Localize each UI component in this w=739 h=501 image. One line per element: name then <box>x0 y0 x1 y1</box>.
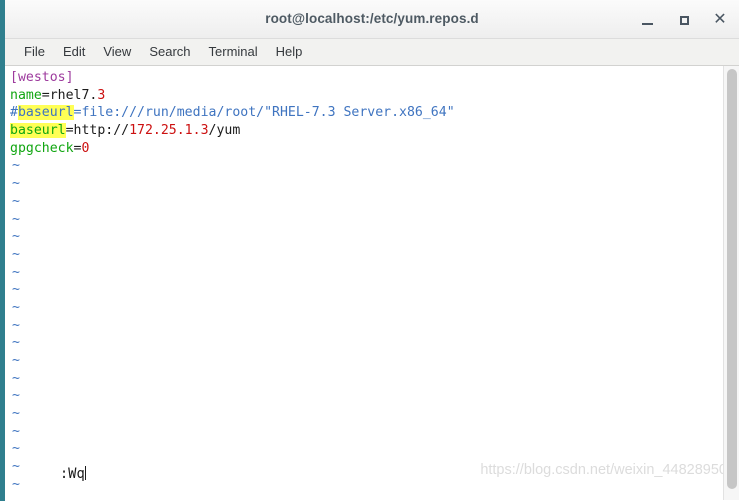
code-span: 172.25.1.3 <box>129 123 209 139</box>
empty-line-marker: ~ <box>12 423 20 439</box>
titlebar[interactable]: root@localhost:/etc/yum.repos.d ✕ <box>5 0 739 39</box>
scrollbar-thumb[interactable] <box>727 69 737 489</box>
close-button[interactable]: ✕ <box>710 10 730 30</box>
terminal-window: root@localhost:/etc/yum.repos.d ✕ File E… <box>0 0 739 501</box>
empty-line-marker: ~ <box>12 476 20 492</box>
window-title: root@localhost:/etc/yum.repos.d <box>265 11 479 26</box>
code-span: /yum <box>208 123 241 139</box>
watermark: https://blog.csdn.net/weixin_44828950 <box>480 462 727 478</box>
scrollbar[interactable] <box>723 66 739 500</box>
maximize-button[interactable] <box>674 10 694 30</box>
editor-line: baseurl=http://172.25.1.3/yum <box>10 122 723 140</box>
empty-line-marker: ~ <box>12 264 20 280</box>
editor-line: gpgcheck=0 <box>10 140 723 158</box>
code-span: =rhel7. <box>41 87 98 103</box>
empty-line-marker: ~ <box>12 388 20 404</box>
maximize-icon <box>679 16 689 25</box>
menu-item-search[interactable]: Search <box>140 39 199 65</box>
editor-line: name=rhel7.3 <box>10 87 723 105</box>
empty-line-marker: ~ <box>12 282 20 298</box>
search-match: baseurl <box>17 105 74 121</box>
empty-line-marker: ~ <box>12 158 20 174</box>
code-span: gpgcheck <box>10 140 74 156</box>
minimize-icon <box>641 23 653 25</box>
search-match: baseurl <box>10 123 66 139</box>
empty-line-marker: ~ <box>12 229 20 245</box>
empty-line-marker: ~ <box>12 299 20 315</box>
menubar: File Edit View Search Terminal Help <box>5 39 739 66</box>
terminal-body: [westos] name=rhel7.3 #baseurl=file:///run… <box>5 66 739 500</box>
menu-item-edit[interactable]: Edit <box>54 39 94 65</box>
menu-item-terminal[interactable]: Terminal <box>200 39 267 65</box>
editor-line: [westos] <box>10 69 723 87</box>
close-icon: ✕ <box>713 11 727 28</box>
code-span: name <box>10 87 42 103</box>
vim-buffer[interactable]: [westos] name=rhel7.3 #baseurl=file:///run… <box>5 66 723 500</box>
menu-item-view[interactable]: View <box>94 39 140 65</box>
code-span: [westos] <box>10 70 74 85</box>
minimize-button[interactable] <box>637 10 657 30</box>
empty-line-marker: ~ <box>12 317 20 333</box>
editor-line: #baseurl=file:///run/media/root/"RHEL-7.… <box>10 104 723 122</box>
vim-command-line: :Wq <box>10 450 87 498</box>
empty-line-marker: ~ <box>12 353 20 368</box>
empty-line-marker: ~ <box>12 193 20 209</box>
code-span: 0 <box>81 140 90 156</box>
empty-line-marker: ~ <box>12 441 20 457</box>
text-cursor <box>84 466 87 480</box>
code-span: 3 <box>97 87 106 103</box>
code-span: =file:///run/media/root/"RHEL-7.3 Server… <box>73 105 455 121</box>
vim-command-text: :Wq <box>59 466 85 482</box>
empty-line-marker: ~ <box>12 246 20 262</box>
empty-line-marker: ~ <box>12 370 20 386</box>
menu-item-help[interactable]: Help <box>267 39 312 65</box>
empty-line-marker: ~ <box>12 211 20 227</box>
code-span: =http:// <box>65 123 130 139</box>
menu-item-file[interactable]: File <box>15 39 54 65</box>
code-span: # <box>10 105 18 121</box>
empty-line-marker: ~ <box>12 406 20 422</box>
empty-line-marker: ~ <box>12 335 20 351</box>
empty-line-marker: ~ <box>12 176 20 192</box>
